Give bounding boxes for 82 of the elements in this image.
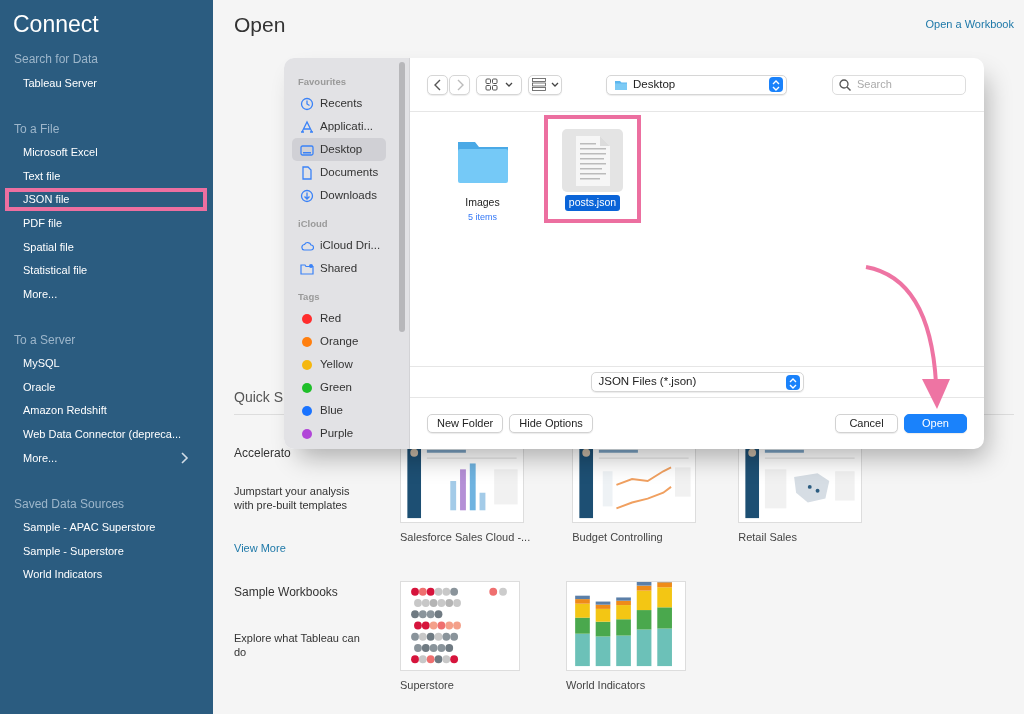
section-heading: To a File (13, 120, 60, 138)
workbook-title: Superstore (400, 678, 454, 693)
back-icon (432, 78, 443, 91)
sidebar-heading: iCloud (297, 217, 328, 231)
folder-icon (614, 78, 628, 91)
shared-folder-icon (300, 261, 314, 276)
file-item[interactable]: Images 5 items (434, 115, 531, 237)
section-heading: Quick S (234, 388, 283, 407)
group-icon (531, 78, 546, 91)
sidebar-item[interactable]: Tableau Server (5, 71, 207, 95)
file-name: Images (464, 195, 501, 210)
template-title: Retail Sales (738, 530, 797, 545)
open-button[interactable]: Open (904, 414, 967, 433)
scrollbar[interactable] (399, 62, 405, 332)
sidebar-item[interactable]: Orange (292, 330, 386, 353)
group-button[interactable] (528, 74, 562, 95)
sidebar-item[interactable]: More... (5, 282, 207, 306)
sidebar-item[interactable]: Purple (292, 422, 386, 445)
sidebar-heading: Tags (297, 290, 320, 304)
grid-icon (485, 78, 498, 91)
dialog-button[interactable]: Cancel (835, 414, 898, 433)
sidebar-item[interactable]: Spatial file (5, 234, 207, 259)
clock-icon (300, 96, 314, 111)
sidebar-item[interactable]: Oracle (5, 375, 207, 399)
sidebar-item[interactable]: Yellow (292, 353, 386, 376)
view-more-link[interactable]: View More (234, 540, 286, 557)
section-heading: Accelerato (234, 445, 291, 461)
sidebar-item[interactable]: Applicati... (292, 115, 386, 138)
open-workbook-link[interactable]: Open a Workbook (925, 16, 1014, 33)
dialog-button[interactable]: New Folder (427, 414, 504, 433)
document-icon (300, 165, 314, 180)
sidebar-item[interactable]: Shared (292, 257, 386, 280)
app-store-icon (300, 119, 314, 134)
sidebar-item[interactable]: Recents (292, 92, 386, 115)
section-heading: Sample Workbooks (234, 584, 338, 600)
caret-icon (550, 81, 559, 88)
sidebar-heading: Favourites (297, 75, 347, 89)
file-type-dropdown[interactable]: JSON Files (*.json) (590, 372, 804, 392)
section-heading: To a Server (13, 331, 76, 349)
desktop-icon (300, 142, 314, 157)
sidebar-item[interactable]: More... (5, 446, 207, 470)
search-icon (839, 78, 851, 91)
view-mode-button[interactable] (476, 74, 522, 95)
section-description: Jumpstart your analysis with pre-built templates (234, 484, 351, 512)
sidebar-item[interactable]: JSON file (5, 187, 207, 212)
template-title: Budget Controlling (572, 530, 663, 545)
file-name: posts.json (564, 195, 621, 211)
search-field[interactable]: Search (832, 74, 966, 95)
sidebar-item[interactable]: Web Data Connector (depreca... (5, 422, 207, 447)
dialog-button[interactable]: Hide Options (509, 414, 593, 433)
sidebar-item[interactable]: Amazon Redshift (5, 398, 207, 423)
file-item[interactable]: posts.json (544, 115, 641, 223)
search-input[interactable]: Search (857, 76, 957, 93)
workbook-title: World Indicators (566, 678, 646, 693)
page-title: Open (234, 12, 286, 38)
sidebar-item[interactable]: iCloud Dri... (292, 234, 386, 257)
sidebar-item[interactable]: Red (292, 307, 386, 330)
sidebar-item[interactable]: Statistical file (5, 258, 207, 283)
back-button[interactable] (427, 74, 448, 95)
download-icon (300, 188, 314, 203)
sidebar-item[interactable]: Green (292, 376, 386, 399)
caret-icon (505, 81, 513, 88)
sidebar-item[interactable]: Text file (5, 164, 207, 188)
sidebar-item[interactable]: PDF file (5, 211, 207, 235)
template-title: Salesforce Sales Cloud -... (400, 530, 531, 545)
sidebar-item[interactable]: Documents (292, 161, 386, 184)
sidebar-title: Connect (12, 10, 99, 38)
file-detail: 5 items (468, 210, 497, 224)
sidebar-item[interactable]: Blue (292, 399, 386, 422)
sidebar-item[interactable]: MySQL (5, 351, 207, 376)
sidebar-item[interactable]: Downloads (292, 184, 386, 207)
sidebar-item[interactable]: Desktop (292, 138, 386, 161)
section-heading: Search for Data (13, 51, 99, 68)
sidebar-item[interactable]: Microsoft Excel (5, 140, 207, 165)
section-heading: Saved Data Sources (13, 495, 125, 513)
sidebar-item[interactable]: Sample - Superstore (5, 539, 207, 563)
sidebar-item[interactable]: Sample - APAC Superstore (5, 515, 207, 540)
document-icon (573, 134, 612, 187)
location-dropdown[interactable]: Desktop (606, 74, 787, 95)
section-description: Explore what Tableau can do (234, 631, 361, 659)
sidebar-item[interactable]: World Indicators (5, 562, 207, 587)
chevron-right-icon (180, 451, 189, 464)
